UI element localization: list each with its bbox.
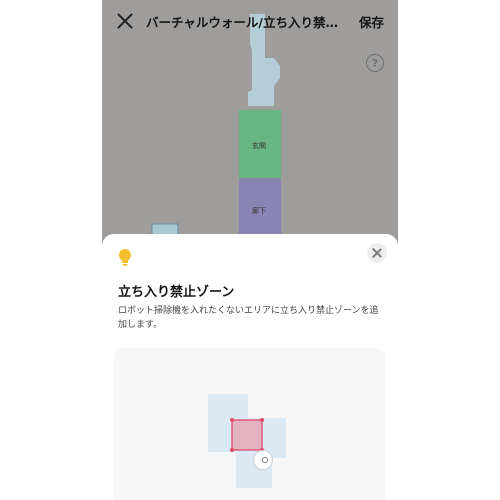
close-icon[interactable] [116, 12, 134, 30]
lightbulb-icon [119, 249, 131, 266]
zone-diagram [208, 394, 286, 488]
room-label-entrance: 玄関 [252, 142, 266, 150]
zone-handle-bl [230, 448, 234, 452]
tutorial-illustration [114, 348, 386, 500]
page-title: バーチャルウォール/立ち入り禁止ゾーン [146, 15, 350, 30]
sheet-description: ロボット掃除機を入れたくないエリアに立ち入り禁止ゾーンを追加します。 [118, 306, 379, 330]
zone-handle-tr [260, 418, 264, 422]
app-screen: 玄関 廊下 バーチャルウォール/立ち入り禁止ゾーン 保存 ? 立ち入り禁止ゾーン… [102, 0, 398, 500]
no-go-zone-box [231, 419, 263, 451]
no-go-zone-sheet: 立ち入り禁止ゾーン ロボット掃除機を入れたくないエリアに立ち入り禁止ゾーンを追加… [102, 234, 398, 500]
room-label-hallway: 廊下 [252, 207, 266, 215]
robot-vacuum-icon [253, 450, 273, 470]
help-icon[interactable]: ? [366, 54, 384, 72]
top-bar: バーチャルウォール/立ち入り禁止ゾーン 保存 [102, 0, 398, 42]
zone-handle-tl [230, 418, 234, 422]
save-button[interactable]: 保存 [359, 12, 384, 31]
sheet-close-icon[interactable] [367, 243, 387, 263]
sheet-title: 立ち入り禁止ゾーン [118, 285, 235, 300]
